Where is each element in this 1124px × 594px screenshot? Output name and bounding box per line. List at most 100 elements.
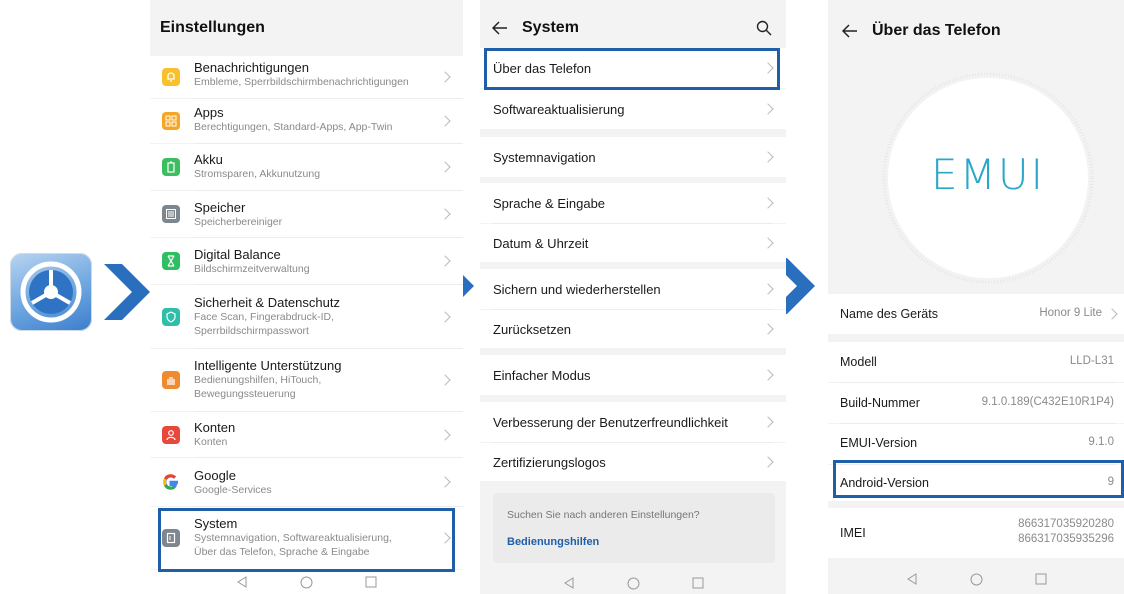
item-label: Sichern und wiederherstellen — [493, 281, 661, 297]
row-key: IMEI — [840, 526, 866, 540]
system-item-user-experience[interactable]: Verbesserung der Benutzerfreundlichkeit — [480, 402, 786, 442]
chevron-right-icon — [439, 71, 451, 83]
settings-item-notifications[interactable]: Benachrichtigungen Embleme, Sperrbildsch… — [150, 56, 463, 98]
settings-item-google[interactable]: Google Google-Services — [150, 458, 463, 506]
system-panel: System Über das Telefon Softwareaktualis… — [480, 0, 786, 594]
chevron-right-icon — [439, 115, 451, 127]
system-item-reset[interactable]: Zurücksetzen — [480, 310, 786, 348]
chevron-right-icon — [762, 237, 774, 249]
accessibility-link[interactable]: Bedienungshilfen — [507, 536, 599, 548]
android-nav-bar — [150, 570, 463, 594]
row-key: Android-Version — [840, 476, 929, 490]
row-value: 9.1.0 — [1088, 436, 1114, 448]
back-nav-icon[interactable] — [236, 576, 248, 588]
chevron-right-icon — [762, 416, 774, 428]
settings-panel: Einstellungen Benachrichtigungen Embleme… — [150, 0, 463, 594]
item-subtitle: Bedienungshilfen, HiTouch, — [194, 374, 322, 386]
item-subtitle: Embleme, Sperrbildschirmbenachrichtigung… — [194, 76, 409, 88]
chevron-right-icon — [439, 476, 451, 488]
back-arrow-icon[interactable] — [492, 21, 508, 35]
item-subtitle-line2: Bewegungssteuerung — [194, 388, 296, 400]
back-nav-icon[interactable] — [906, 573, 918, 585]
system-item-about-phone[interactable]: Über das Telefon — [480, 48, 786, 88]
chevron-right-icon — [762, 283, 774, 295]
settings-item-system[interactable]: System Systemnavigation, Softwareaktuali… — [150, 507, 463, 569]
page-title: System — [522, 19, 579, 36]
chevron-right-icon — [439, 161, 451, 173]
chevron-right-icon — [762, 62, 774, 74]
system-icon — [162, 529, 180, 547]
chevron-right-icon — [762, 369, 774, 381]
item-subtitle: Stromsparen, Akkunutzung — [194, 168, 321, 180]
back-nav-icon[interactable] — [563, 577, 575, 589]
chevron-right-icon — [439, 255, 451, 267]
recents-nav-icon[interactable] — [692, 577, 704, 589]
item-label: Apps — [194, 105, 224, 120]
item-subtitle-line2: Sperrbildschirmpasswort — [194, 325, 309, 337]
item-label: Zurücksetzen — [493, 321, 572, 337]
system-item-navigation[interactable]: Systemnavigation — [480, 137, 786, 177]
row-key: Name des Geräts — [840, 307, 938, 321]
system-item-language-input[interactable]: Sprache & Eingabe — [480, 183, 786, 223]
item-subtitle: Google-Services — [194, 484, 272, 496]
emui-logo: EMUI — [878, 68, 1098, 288]
home-nav-icon[interactable] — [970, 573, 983, 586]
home-nav-icon[interactable] — [300, 576, 313, 589]
item-subtitle: Bildschirmzeitverwaltung — [194, 263, 310, 275]
back-arrow-icon[interactable] — [842, 24, 858, 38]
page-title: Über das Telefon — [872, 22, 1001, 39]
android-nav-bar — [828, 566, 1124, 592]
settings-item-smart-assistance[interactable]: Intelligente Unterstützung Bedienungshil… — [150, 349, 463, 411]
bell-icon — [162, 68, 180, 86]
item-label: Sicherheit & Datenschutz — [194, 295, 340, 310]
about-phone-panel: Über das Telefon EMUI Name des Geräts Ho… — [828, 0, 1124, 594]
item-subtitle-line2: Über das Telefon, Sprache & Eingabe — [194, 546, 370, 558]
settings-item-battery[interactable]: Akku Stromsparen, Akkunutzung — [150, 144, 463, 190]
gear-icon — [20, 261, 82, 323]
system-item-date-time[interactable]: Datum & Uhrzeit — [480, 224, 786, 262]
settings-item-digital-balance[interactable]: Digital Balance Bildschirmzeitverwaltung — [150, 238, 463, 284]
recents-nav-icon[interactable] — [365, 576, 377, 588]
settings-item-storage[interactable]: Speicher Speicherbereiniger — [150, 191, 463, 237]
chevron-right-icon — [762, 323, 774, 335]
item-label: Intelligente Unterstützung — [194, 358, 342, 373]
chevron-right-icon — [1106, 308, 1118, 320]
chevron-right-icon — [439, 374, 451, 386]
system-item-software-update[interactable]: Softwareaktualisierung — [480, 89, 786, 129]
system-item-backup-restore[interactable]: Sichern und wiederherstellen — [480, 269, 786, 309]
row-value: 866317035920280 — [1018, 518, 1114, 530]
chevron-right-icon — [439, 428, 451, 441]
settings-app-icon[interactable] — [10, 253, 92, 331]
about-row-device-name[interactable]: Name des Geräts Honor 9 Lite — [828, 294, 1124, 334]
storage-icon — [162, 205, 180, 223]
about-row-model: Modell LLD-L31 — [828, 342, 1124, 382]
apps-grid-icon — [162, 112, 180, 130]
item-label: Softwareaktualisierung — [493, 101, 625, 117]
item-label: Benachrichtigungen — [194, 60, 309, 75]
chevron-right-icon — [104, 264, 150, 320]
item-label: Digital Balance — [194, 247, 281, 262]
item-label: Konten — [194, 420, 236, 435]
chevron-right-icon — [439, 532, 451, 544]
chevron-right-icon — [762, 456, 774, 468]
settings-item-accounts[interactable]: Konten Konten — [150, 412, 463, 457]
row-key: EMUI-Version — [840, 436, 918, 450]
item-label: Verbesserung der Benutzerfreundlichkeit — [493, 414, 728, 430]
settings-item-apps[interactable]: Apps Berechtigungen, Standard-Apps, App-… — [150, 99, 463, 143]
chevron-right-icon — [762, 151, 774, 163]
chevron-right-icon — [439, 310, 451, 323]
about-row-build-number[interactable]: Build-Nummer 9.1.0.189(C432E10R1P4) — [828, 383, 1124, 423]
battery-icon — [162, 158, 180, 176]
account-icon — [162, 425, 180, 444]
system-item-certification-logos[interactable]: Zertifizierungslogos — [480, 443, 786, 481]
settings-item-security[interactable]: Sicherheit & Datenschutz Face Scan, Fing… — [150, 285, 463, 348]
search-icon[interactable] — [756, 20, 772, 36]
system-item-simple-mode[interactable]: Einfacher Modus — [480, 355, 786, 395]
search-suggestion-card: Suchen Sie nach anderen Einstellungen? B… — [493, 493, 775, 563]
item-label: Google — [194, 468, 236, 483]
item-label: Systemnavigation — [493, 149, 596, 165]
row-value: Honor 9 Lite — [1039, 307, 1102, 319]
home-nav-icon[interactable] — [627, 577, 640, 590]
recents-nav-icon[interactable] — [1035, 573, 1047, 585]
google-icon — [162, 473, 180, 491]
